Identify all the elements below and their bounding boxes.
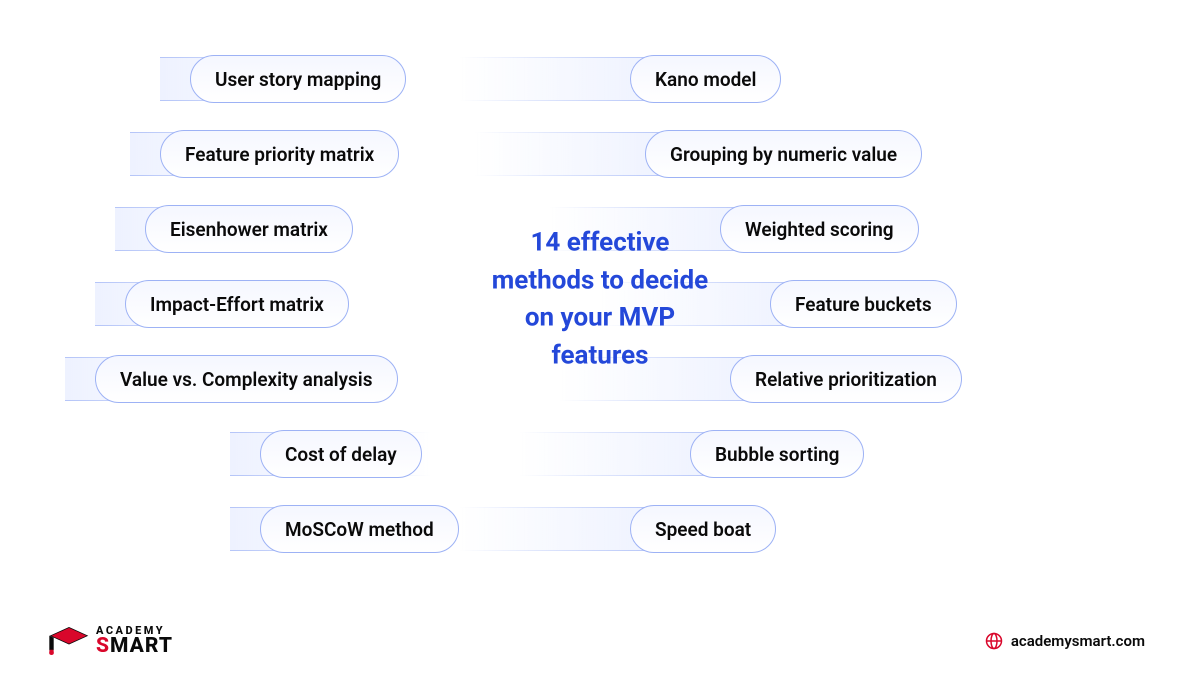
footer: ACADEMY SMART academysmart.com	[0, 616, 1200, 666]
method-pill: MoSCoW method	[260, 505, 459, 553]
method-pill: User story mapping	[190, 55, 406, 103]
brand-logo: ACADEMY SMART	[48, 625, 173, 657]
diagram-title: 14 effective methods to decide on your M…	[480, 225, 720, 376]
method-pill: Weighted scoring	[720, 205, 919, 253]
method-pill: Impact-Effort matrix	[125, 280, 349, 328]
logo-text: ACADEMY SMART	[96, 625, 173, 657]
website-text: academysmart.com	[1011, 632, 1145, 650]
globe-icon	[985, 632, 1003, 650]
methods-diagram: 14 effective methods to decide on your M…	[0, 0, 1200, 600]
method-pill: Grouping by numeric value	[645, 130, 922, 178]
method-pill: Feature buckets	[770, 280, 957, 328]
graduation-cap-icon	[48, 625, 90, 657]
method-pill: Eisenhower matrix	[145, 205, 353, 253]
method-pill: Value vs. Complexity analysis	[95, 355, 398, 403]
website-link: academysmart.com	[985, 632, 1145, 650]
method-pill: Speed boat	[630, 505, 776, 553]
method-pill: Cost of delay	[260, 430, 422, 478]
method-pill: Bubble sorting	[690, 430, 864, 478]
method-pill: Kano model	[630, 55, 781, 103]
method-pill: Relative prioritization	[730, 355, 962, 403]
method-pill: Feature priority matrix	[160, 130, 399, 178]
logo-line2: SMART	[96, 636, 173, 657]
